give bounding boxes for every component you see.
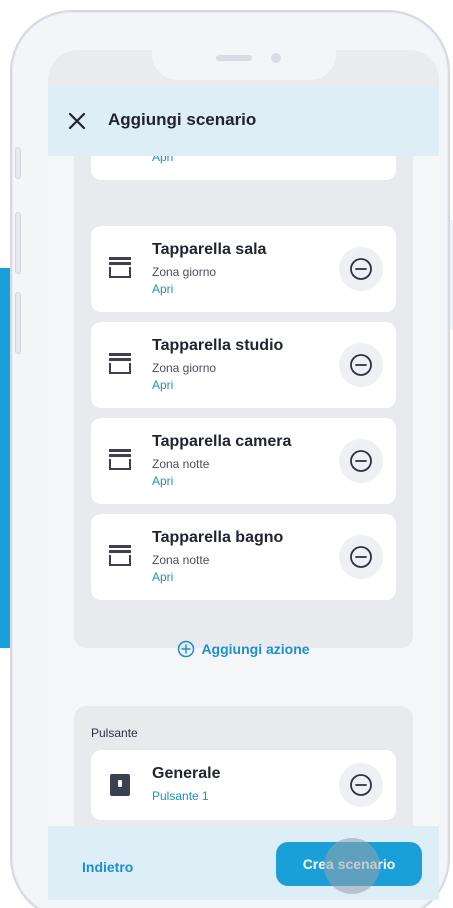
remove-action-button[interactable] [339, 439, 383, 483]
action-card-action: Apri [152, 156, 174, 164]
action-card-zone: Zona notte [152, 457, 210, 471]
wall-button-icon [110, 774, 130, 796]
action-card-title: Tapparella bagno [152, 529, 284, 546]
action-card-action: Apri [152, 282, 174, 296]
action-card-action: Apri [152, 570, 174, 584]
actions-group: Apri Tapparella sala Zona giorno Apri Ta… [74, 156, 413, 658]
shutter-icon [109, 545, 131, 566]
shutter-icon [109, 257, 131, 278]
app-screen: Aggiungi scenario Apri Tapparella sala Z… [48, 50, 439, 900]
action-card-title: Tapparella studio [152, 337, 284, 354]
status-bar [48, 50, 439, 86]
add-action-button[interactable]: Aggiungi azione [74, 640, 413, 658]
add-action-label: Aggiungi azione [201, 641, 310, 657]
action-card-action: Apri [152, 474, 174, 488]
action-card-zone: Zona notte [152, 553, 210, 567]
back-button[interactable]: Indietro [82, 859, 133, 875]
remove-button-button[interactable] [339, 763, 383, 807]
button-card-title: Generale [152, 765, 221, 782]
action-card: Tapparella studio Zona giorno Apri [91, 322, 396, 408]
action-card-title: Tapparella sala [152, 241, 267, 258]
minus-circle-icon [350, 354, 372, 376]
phone-frame: Aggiungi scenario Apri Tapparella sala Z… [10, 10, 450, 908]
button-card-subtitle: Pulsante 1 [152, 789, 209, 803]
phone-volume-down [15, 292, 21, 354]
remove-action-button[interactable] [339, 343, 383, 387]
bottom-action-bar: Indietro Crea scenario [48, 826, 439, 900]
minus-circle-icon [350, 546, 372, 568]
shutter-icon [109, 353, 131, 374]
action-card-zone: Zona giorno [152, 265, 217, 279]
action-card: Tapparella camera Zona notte Apri [91, 418, 396, 504]
button-group: Pulsante Generale Pulsante 1 [74, 706, 413, 826]
button-group-label: Pulsante [91, 726, 138, 740]
minus-circle-icon [350, 450, 372, 472]
action-card-partial: Apri [91, 156, 396, 180]
minus-circle-icon [350, 258, 372, 280]
front-camera [271, 53, 281, 63]
top-app-bar: Aggiungi scenario [48, 86, 439, 156]
remove-action-button[interactable] [339, 247, 383, 291]
close-icon[interactable] [66, 110, 88, 132]
action-card: Tapparella sala Zona giorno Apri [91, 226, 396, 312]
button-card: Generale Pulsante 1 [91, 750, 396, 820]
minus-circle-icon [350, 774, 372, 796]
scenario-content[interactable]: Apri Tapparella sala Zona giorno Apri Ta… [48, 156, 439, 826]
remove-action-button[interactable] [339, 535, 383, 579]
phone-silent-switch [15, 147, 21, 179]
speaker-grille [216, 55, 252, 61]
action-card: Tapparella bagno Zona notte Apri [91, 514, 396, 600]
touch-indicator [324, 838, 380, 894]
phone-notch [152, 50, 336, 80]
action-card-action: Apri [152, 378, 174, 392]
stage: Aggiungi scenario Apri Tapparella sala Z… [0, 0, 453, 908]
page-title: Aggiungi scenario [108, 110, 257, 129]
phone-volume-up [15, 212, 21, 274]
action-card-title: Tapparella camera [152, 433, 292, 450]
shutter-icon [109, 449, 131, 470]
action-card-zone: Zona giorno [152, 361, 217, 375]
plus-circle-icon [178, 640, 195, 658]
